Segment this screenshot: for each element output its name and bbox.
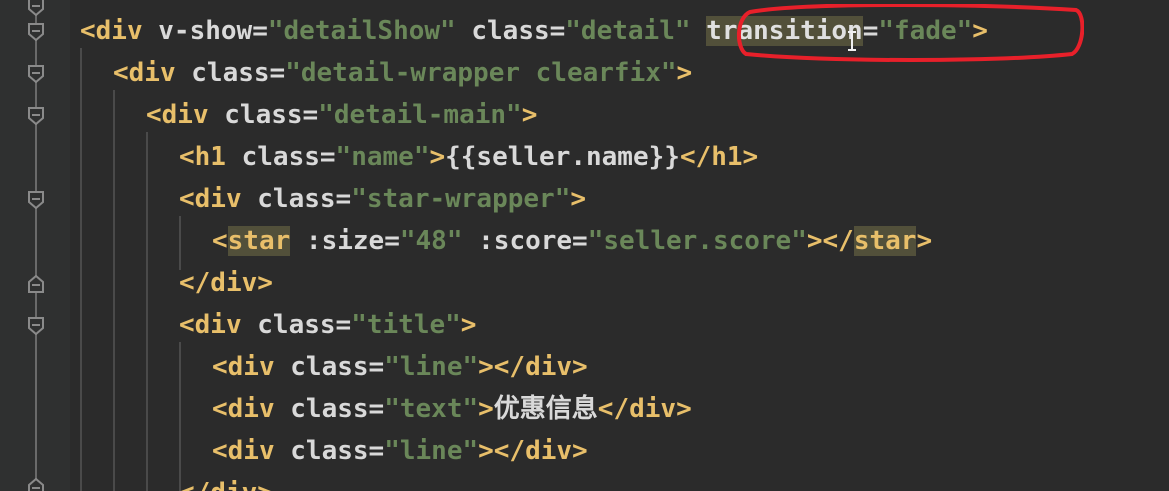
code-token: "detailShow": [267, 16, 456, 46]
code-token: >: [521, 100, 538, 130]
code-line[interactable]: <div class="text">优惠信息</div>: [212, 388, 692, 430]
indent-guide: [179, 342, 181, 491]
code-token: 优惠信息: [493, 394, 598, 424]
code-token: "fade": [878, 16, 973, 46]
code-line[interactable]: </div>: [179, 262, 273, 304]
code-line[interactable]: </div>: [179, 472, 273, 491]
code-token: >: [429, 142, 446, 172]
code-token: <div: [212, 436, 291, 466]
code-token: </div>: [597, 394, 692, 424]
code-token: ></: [806, 226, 854, 256]
code-token: <div: [179, 310, 258, 340]
code-token: class=: [257, 184, 352, 214]
code-line[interactable]: <div class="detail-wrapper clearfix">: [113, 52, 692, 94]
code-token: <h1: [179, 142, 242, 172]
code-token: :size=: [290, 226, 400, 256]
code-editor[interactable]: <div v-show="detailShow" class="detail" …: [0, 0, 1169, 491]
code-token: :score=: [462, 226, 588, 256]
code-token: "detail-main": [318, 100, 522, 130]
code-token: <div: [212, 394, 291, 424]
text-cursor-icon: [848, 31, 856, 51]
code-token: <div: [212, 352, 291, 382]
code-token: star: [853, 226, 917, 256]
code-line[interactable]: <div class="detail-main">: [146, 94, 537, 136]
code-token: v-show=: [158, 16, 268, 46]
code-token: "title": [351, 310, 461, 340]
code-token: <div: [146, 100, 225, 130]
code-token: "text": [384, 394, 479, 424]
code-token: class=: [257, 310, 352, 340]
code-token: class=: [241, 142, 336, 172]
code-token: class=: [290, 394, 385, 424]
code-token: transition: [706, 16, 863, 46]
indent-guide: [113, 90, 115, 491]
code-token: ></div>: [478, 352, 588, 382]
fold-marker-icon[interactable]: [27, 317, 45, 335]
editor-gutter: [0, 0, 70, 491]
code-token: >: [972, 16, 988, 46]
code-token: <div: [179, 184, 258, 214]
code-token: star: [227, 226, 291, 256]
code-token: "line": [384, 436, 479, 466]
fold-end-marker-icon[interactable]: [27, 275, 45, 293]
code-token: <div: [80, 16, 159, 46]
code-token: class=: [290, 436, 385, 466]
code-token: >: [570, 184, 587, 214]
code-token: ></div>: [478, 436, 588, 466]
code-token: "detail-wrapper clearfix": [285, 58, 677, 88]
code-line[interactable]: <div class="line"></div>: [212, 430, 588, 472]
code-line[interactable]: <star :size="48" :score="seller.score"><…: [212, 220, 932, 262]
code-token: {{seller.name}}: [445, 142, 680, 172]
code-token: =: [862, 16, 879, 46]
code-token: class=: [224, 100, 319, 130]
code-token: "line": [384, 352, 479, 382]
code-token: </div>: [179, 268, 273, 298]
code-token: "star-wrapper": [351, 184, 571, 214]
code-token: </h1>: [679, 142, 759, 172]
fold-marker-icon[interactable]: [27, 65, 45, 83]
code-token: "detail": [565, 16, 691, 46]
code-token: class=: [455, 16, 566, 46]
code-line[interactable]: <div class="title">: [179, 304, 476, 346]
code-token: >: [916, 226, 933, 256]
fold-marker-icon[interactable]: [27, 191, 45, 209]
indent-guide: [146, 132, 148, 491]
code-token: "seller.score": [587, 226, 807, 256]
code-token: class=: [290, 352, 385, 382]
code-token: "name": [335, 142, 430, 172]
indent-guide: [80, 48, 82, 491]
fold-marker-icon[interactable]: [27, 0, 45, 16]
fold-marker-icon[interactable]: [27, 23, 45, 41]
code-token: >: [676, 58, 693, 88]
code-token: >: [460, 310, 477, 340]
fold-end-marker-icon[interactable]: [27, 478, 45, 491]
code-line[interactable]: <div class="line"></div>: [212, 346, 588, 388]
code-token: class=: [191, 58, 286, 88]
code-token: <div: [113, 58, 192, 88]
code-token: </div>: [179, 478, 273, 491]
code-token: "48": [399, 226, 463, 256]
code-token: <: [212, 226, 228, 256]
code-line[interactable]: <div class="star-wrapper">: [179, 178, 586, 220]
code-line[interactable]: <h1 class="name">{{seller.name}}</h1>: [179, 136, 758, 178]
code-token: >: [478, 394, 494, 424]
fold-marker-icon[interactable]: [27, 107, 45, 125]
